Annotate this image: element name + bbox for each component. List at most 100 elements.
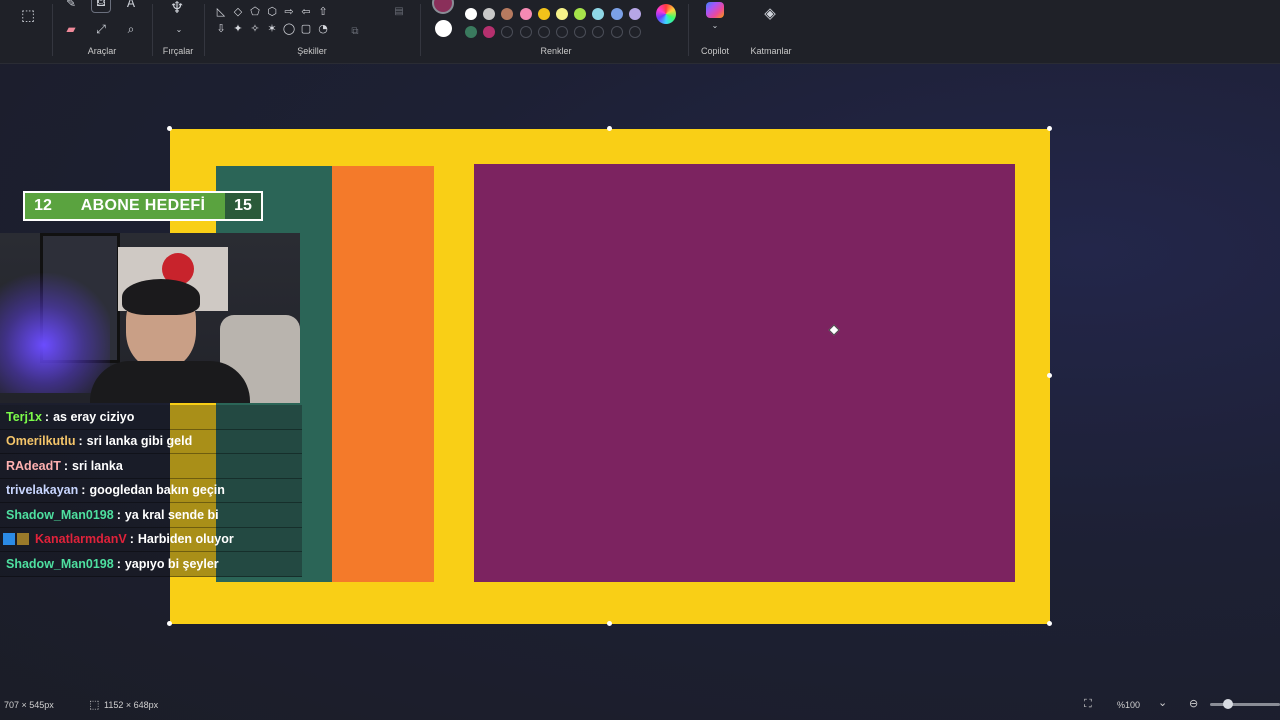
- chat-username: RAdeadT: [6, 458, 61, 473]
- chat-username: trivelakayan: [6, 483, 79, 498]
- color-picker-icon[interactable]: ⤢: [92, 20, 110, 38]
- color-swatch[interactable]: [556, 8, 568, 20]
- paint-app-window: ⬚ ✎ ⛾ A ▰ ⤢ ⌕ Araçlar ♆ ⌄ Fırçalar ◺ ◇ ⬠ ⬡ ⇨…: [0, 0, 1280, 720]
- goal-target: 15: [225, 193, 261, 219]
- eraser-icon[interactable]: ▰: [62, 20, 80, 38]
- shape-option[interactable]: ✧: [248, 22, 262, 36]
- edit-colors-icon[interactable]: [656, 4, 676, 24]
- shape-option[interactable]: ⬡: [265, 5, 279, 19]
- chevron-down-icon[interactable]: ⌄: [706, 16, 724, 34]
- fill-icon[interactable]: ⛾: [91, 0, 111, 13]
- text-icon[interactable]: A: [122, 0, 140, 12]
- chat-separator: :: [116, 507, 121, 522]
- ribbon-toolbar: ⬚ ✎ ⛾ A ▰ ⤢ ⌕ Araçlar ♆ ⌄ Fırçalar ◺ ◇ ⬠ ⬡ ⇨…: [0, 0, 1280, 64]
- color-swatch[interactable]: [483, 8, 496, 20]
- chat-message: Shadow_Man0198: yapıyo bi şeyler: [0, 552, 302, 577]
- color-swatch[interactable]: [537, 26, 550, 38]
- chat-username: Shadow_Man0198: [6, 507, 114, 522]
- outline-icon[interactable]: ⧉: [346, 22, 364, 40]
- shape-option[interactable]: ✶: [265, 22, 279, 36]
- zoom-slider-thumb[interactable]: [1223, 699, 1233, 709]
- color-swatch[interactable]: [483, 26, 496, 38]
- canvas-size: 1152 × 648px: [104, 700, 159, 710]
- chat-separator: :: [44, 409, 50, 424]
- color-swatch[interactable]: [592, 26, 605, 38]
- color-swatch[interactable]: [556, 26, 568, 38]
- shape-option[interactable]: ⬠: [248, 5, 262, 19]
- chat-message: Terj1x: as eray ciziyo: [0, 405, 302, 430]
- color-swatch[interactable]: [628, 8, 641, 20]
- shape-option[interactable]: ⇧: [316, 5, 330, 19]
- resize-handle-bottom[interactable]: [607, 621, 612, 626]
- chat-separator: :: [129, 532, 134, 547]
- shape-option[interactable]: ⇦: [299, 5, 313, 19]
- shape-option[interactable]: ◇: [231, 5, 245, 19]
- color-swatch[interactable]: [465, 26, 477, 38]
- drawing-canvas[interactable]: [170, 129, 1050, 624]
- magnifier-icon[interactable]: ⌕: [122, 20, 140, 38]
- ribbon-divider: [420, 4, 421, 56]
- color-swatch[interactable]: [610, 8, 623, 20]
- color-swatch[interactable]: [519, 8, 532, 20]
- color-swatch[interactable]: [592, 8, 605, 20]
- chat-text: ya kral sende bi: [124, 507, 219, 522]
- status-bar: 707 × 545px ⬚ 1152 × 648px ⛶ %100 ⌄ ⊖: [0, 692, 1280, 720]
- person-body: [90, 361, 250, 403]
- copilot-group-label: Copilot: [700, 46, 729, 56]
- goal-label: ABONE HEDEFİ: [80, 197, 206, 214]
- resize-handle-right[interactable]: [1047, 373, 1052, 378]
- resize-handle-top-right[interactable]: [1047, 126, 1052, 131]
- secondary-color-swatch[interactable]: [435, 20, 452, 37]
- chevron-down-icon[interactable]: ⌄: [170, 20, 188, 38]
- shape-option[interactable]: ✦: [231, 22, 245, 36]
- resize-handle-top-left[interactable]: [167, 126, 172, 131]
- color-swatch[interactable]: [628, 26, 641, 38]
- person-hair: [122, 279, 200, 315]
- shapes-group-label: Şekiller: [297, 46, 327, 56]
- chat-overlay: Terj1x: as eray ciziyo Omerilkutlu: sri lan…: [0, 405, 302, 577]
- zoom-out-icon[interactable]: ⊖: [1189, 697, 1198, 710]
- zoom-slider[interactable]: [1210, 703, 1280, 706]
- chat-text: sri lanka gibi geld: [86, 434, 193, 449]
- color-swatch[interactable]: [519, 26, 532, 38]
- brush-icon[interactable]: ♆: [168, 0, 186, 17]
- shape-option[interactable]: ⇩: [214, 22, 228, 36]
- chat-username: Terj1x: [6, 409, 42, 424]
- chat-username: Shadow_Man0198: [6, 556, 114, 571]
- shape-option[interactable]: ◔: [316, 22, 330, 36]
- zoom-value: %100: [1117, 700, 1141, 710]
- selection-icon[interactable]: ⬚: [18, 5, 38, 25]
- color-swatch[interactable]: [537, 8, 550, 20]
- fill-style-icon[interactable]: ▤: [390, 2, 408, 20]
- chat-separator: :: [63, 458, 69, 473]
- color-swatch[interactable]: [610, 26, 623, 38]
- color-swatch[interactable]: [574, 26, 587, 38]
- color-swatch[interactable]: [574, 8, 587, 20]
- resize-handle-top[interactable]: [607, 126, 612, 131]
- chat-text: as eray ciziyo: [53, 409, 135, 424]
- ribbon-divider: [152, 4, 153, 56]
- goal-current: 12: [34, 197, 52, 214]
- color-swatch[interactable]: [501, 26, 514, 38]
- shape-option[interactable]: ◺: [214, 5, 228, 19]
- resize-handle-bottom-left[interactable]: [167, 621, 172, 626]
- chat-username: KanatlarmdanV: [35, 532, 127, 547]
- chat-message: trivelakayan: googledan bakın geçin: [0, 478, 302, 503]
- cursor-position: 707 × 545px: [4, 700, 54, 710]
- webcam-feed: [0, 233, 300, 403]
- ribbon-divider: [52, 4, 53, 56]
- shape-option[interactable]: ⇨: [282, 5, 296, 19]
- resize-handle-bottom-right[interactable]: [1047, 621, 1052, 626]
- orange-rectangle: [332, 166, 434, 582]
- chat-username: Omerilkutlu: [6, 434, 76, 449]
- chat-message: Omerilkutlu: sri lanka gibi geld: [0, 429, 302, 454]
- layers-icon[interactable]: ◈: [761, 4, 779, 22]
- color-swatch[interactable]: [501, 8, 514, 20]
- shape-option[interactable]: ◯: [282, 22, 296, 36]
- shape-option[interactable]: ▢: [299, 22, 313, 36]
- pencil-icon[interactable]: ✎: [62, 0, 80, 12]
- chat-message: KanatlarmdanV: Harbiden oluyor: [0, 527, 302, 552]
- active-color-swatch[interactable]: [432, 0, 454, 14]
- color-swatch[interactable]: [465, 8, 477, 20]
- fit-to-window-icon[interactable]: ⛶: [1084, 697, 1092, 711]
